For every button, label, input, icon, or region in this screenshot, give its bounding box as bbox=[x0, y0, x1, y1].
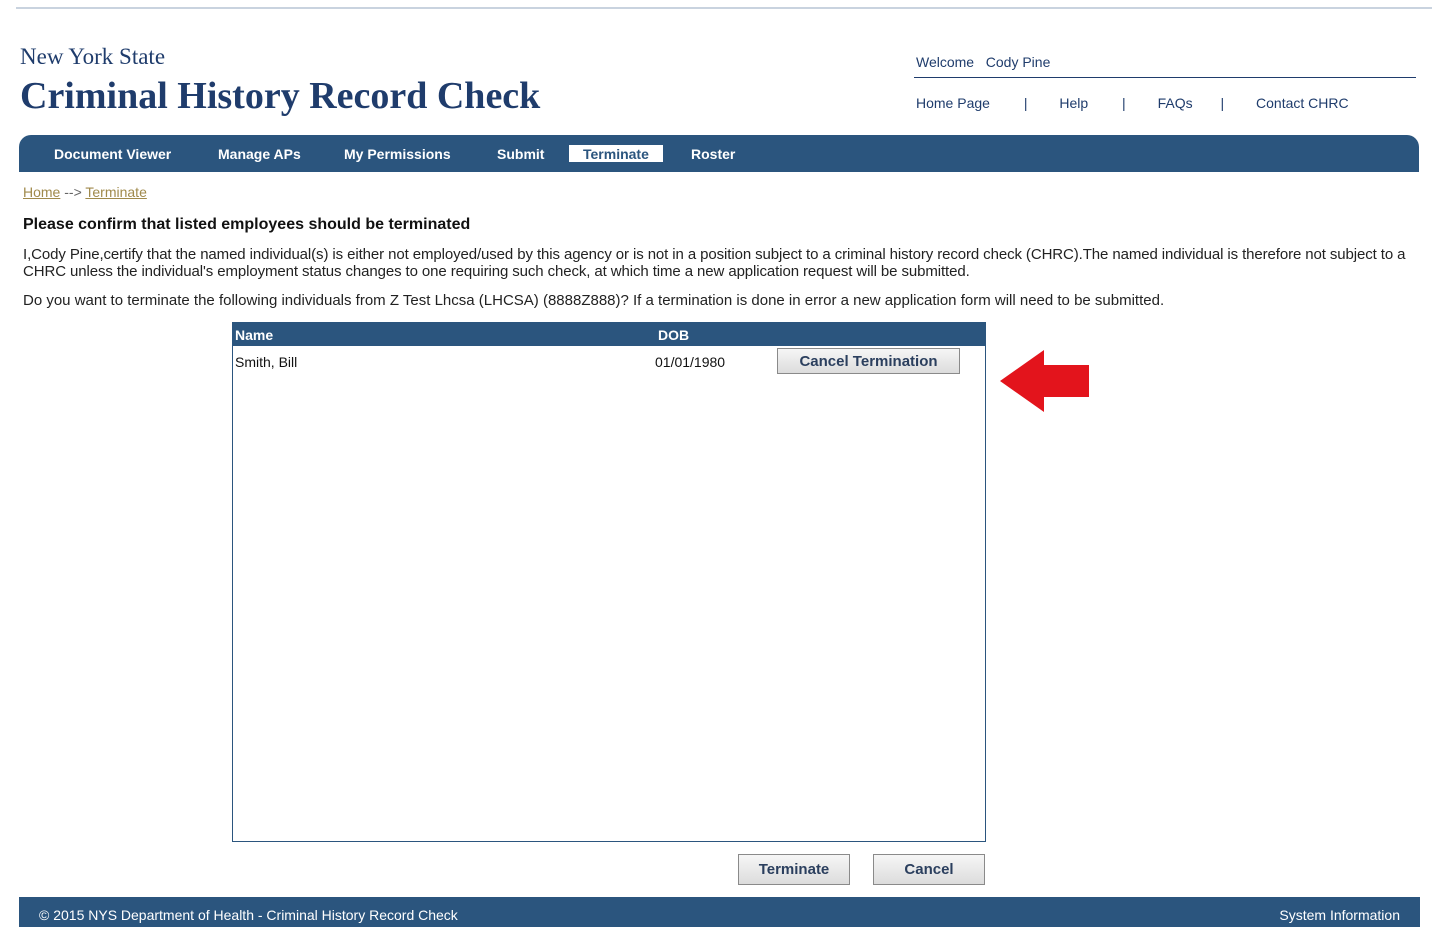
main-nav: Document Viewer Manage APs My Permission… bbox=[19, 135, 1419, 172]
certification-text: I,Cody Pine,certify that the named indiv… bbox=[23, 246, 1406, 280]
cancel-button[interactable]: Cancel bbox=[873, 854, 985, 885]
termination-question: Do you want to terminate the following i… bbox=[23, 292, 1165, 309]
welcome-label: Welcome bbox=[916, 54, 975, 70]
column-header-dob: DOB bbox=[658, 327, 690, 343]
red-left-arrow-icon bbox=[1000, 350, 1089, 412]
nav-terminate[interactable]: Terminate bbox=[569, 145, 663, 162]
nav-my-permissions[interactable]: My Permissions bbox=[344, 145, 451, 163]
nav-document-viewer[interactable]: Document Viewer bbox=[54, 145, 171, 163]
faqs-link[interactable]: FAQs bbox=[1158, 95, 1193, 111]
employee-dob-cell: 01/01/1980 bbox=[655, 354, 726, 370]
link-separator: | bbox=[1122, 95, 1126, 111]
contact-chrc-link[interactable]: Contact CHRC bbox=[1256, 95, 1349, 111]
column-header-name: Name bbox=[235, 327, 274, 343]
breadcrumb-home-link[interactable]: Home bbox=[23, 184, 60, 200]
breadcrumb-terminate-link[interactable]: Terminate bbox=[85, 184, 146, 200]
page-title: Criminal History Record Check bbox=[20, 75, 541, 117]
cancel-termination-button[interactable]: Cancel Termination bbox=[777, 348, 960, 374]
breadcrumb-arrow: --> bbox=[64, 184, 82, 200]
link-separator: | bbox=[1220, 95, 1225, 111]
nav-roster[interactable]: Roster bbox=[691, 145, 735, 163]
top-links: Home Page | Help | FAQs | Contact CHRC bbox=[916, 95, 1349, 111]
user-name: Cody Pine bbox=[985, 54, 1051, 70]
system-information-link[interactable]: System Information bbox=[1279, 907, 1400, 923]
welcome-divider bbox=[914, 77, 1416, 78]
top-divider bbox=[16, 7, 1432, 9]
section-heading: Please confirm that listed employees sho… bbox=[23, 216, 471, 233]
link-separator: | bbox=[1023, 95, 1028, 111]
home-page-link[interactable]: Home Page bbox=[916, 95, 990, 111]
nav-manage-aps[interactable]: Manage APs bbox=[218, 145, 301, 163]
breadcrumb: Home --> Terminate bbox=[23, 184, 147, 200]
grid-header: Name DOB bbox=[233, 323, 985, 346]
terminate-button[interactable]: Terminate bbox=[738, 854, 850, 885]
employee-name-cell: Smith, Bill bbox=[235, 354, 298, 370]
nav-submit[interactable]: Submit bbox=[497, 145, 544, 163]
welcome-area: Welcome Cody Pine bbox=[916, 54, 1050, 70]
help-link[interactable]: Help bbox=[1059, 95, 1088, 111]
footer: © 2015 NYS Department of Health - Crimin… bbox=[19, 897, 1420, 927]
brand-state: New York State bbox=[20, 44, 166, 69]
employee-grid: Name DOB Smith, Bill 01/01/1980 Cancel T… bbox=[232, 322, 986, 842]
footer-copyright: © 2015 NYS Department of Health - Crimin… bbox=[39, 907, 458, 923]
